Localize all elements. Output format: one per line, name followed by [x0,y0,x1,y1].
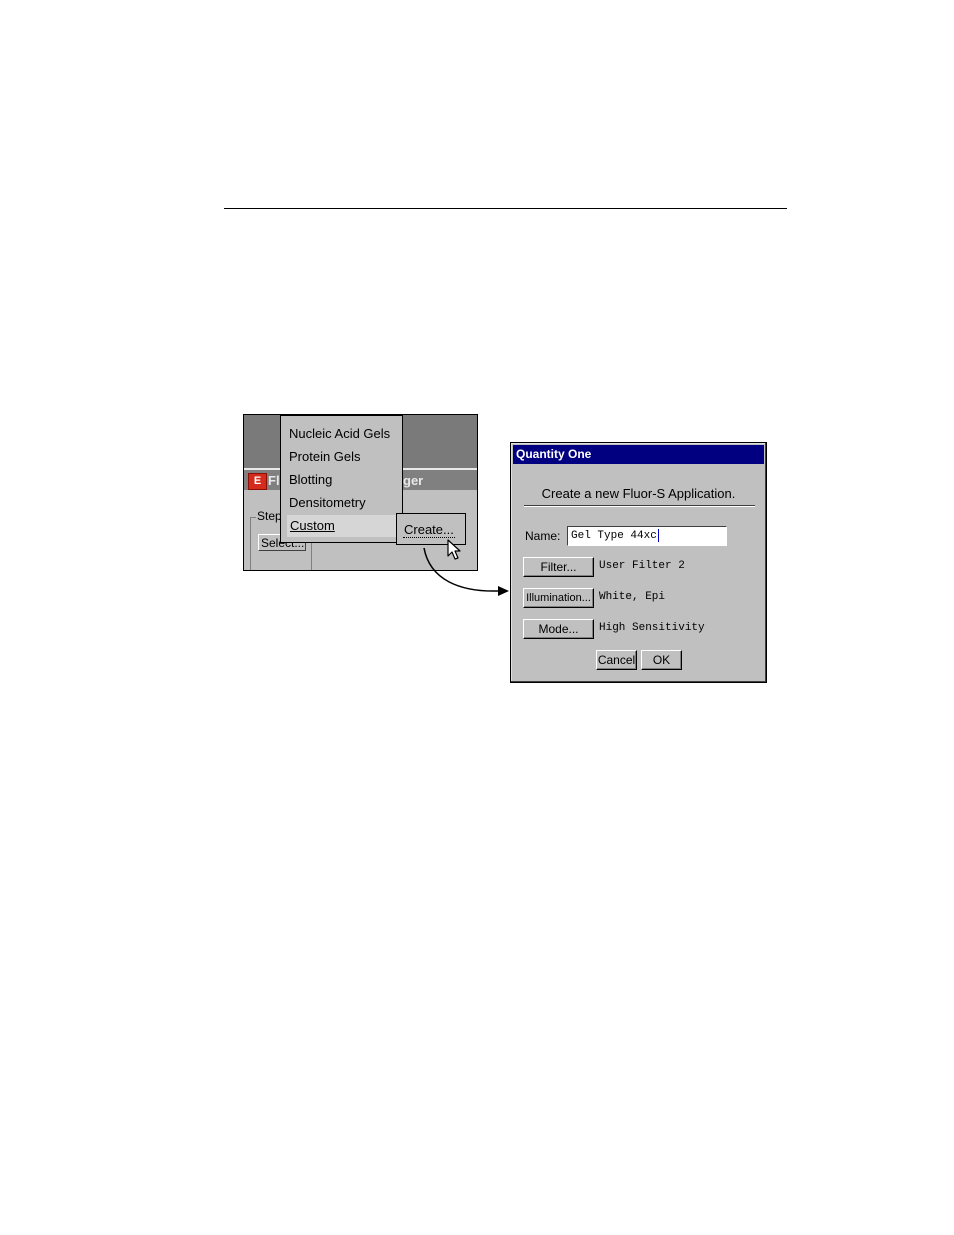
menu-item-protein-gels[interactable]: Protein Gels [289,449,361,464]
background-window-title-right: ger [403,473,424,488]
menu-item-custom-label: Custom [290,518,335,533]
mouse-pointer-icon [447,539,461,560]
mode-value: High Sensitivity [599,622,705,634]
create-application-dialog: Quantity One Create a new Fluor-S Applic… [510,442,767,683]
ok-button[interactable]: OK [641,650,682,670]
application-type-menu: Nucleic Acid Gels Protein Gels Blotting … [280,415,403,543]
menu-item-densitometry[interactable]: Densitometry [289,495,366,510]
dialog-heading: Create a new Fluor-S Application. [541,486,736,501]
step-group-label: Step [256,509,283,523]
application-icon: E [248,473,267,490]
dialog-separator [524,505,755,507]
menu-item-nucleic-acid-gels[interactable]: Nucleic Acid Gels [289,426,390,441]
filter-button[interactable]: Filter... [523,557,594,577]
illumination-button[interactable]: Illumination... [523,588,594,608]
mode-button[interactable]: Mode... [523,619,594,639]
name-input-value: Gel Type 44xc [571,530,657,542]
name-input[interactable]: Gel Type 44xc [567,526,727,546]
dialog-title: Quantity One [516,447,592,461]
menu-screenshot: E Fl ger Step Select... ​ Nucleic Acid G… [243,414,478,571]
filter-value: User Filter 2 [599,560,685,572]
connector-arrow-icon [423,547,509,596]
header-rule [224,208,787,209]
name-label: Name: [525,529,561,543]
dialog-titlebar: Quantity One [513,445,764,464]
menu-item-blotting[interactable]: Blotting [289,472,332,487]
submenu-item-create[interactable]: Create... [403,522,455,538]
cancel-button[interactable]: Cancel [596,650,637,670]
text-caret [657,528,659,542]
illumination-value: White, Epi [599,591,666,603]
menu-item-custom[interactable]: Custom [287,515,400,537]
background-window-title-left: Fl [268,473,280,488]
